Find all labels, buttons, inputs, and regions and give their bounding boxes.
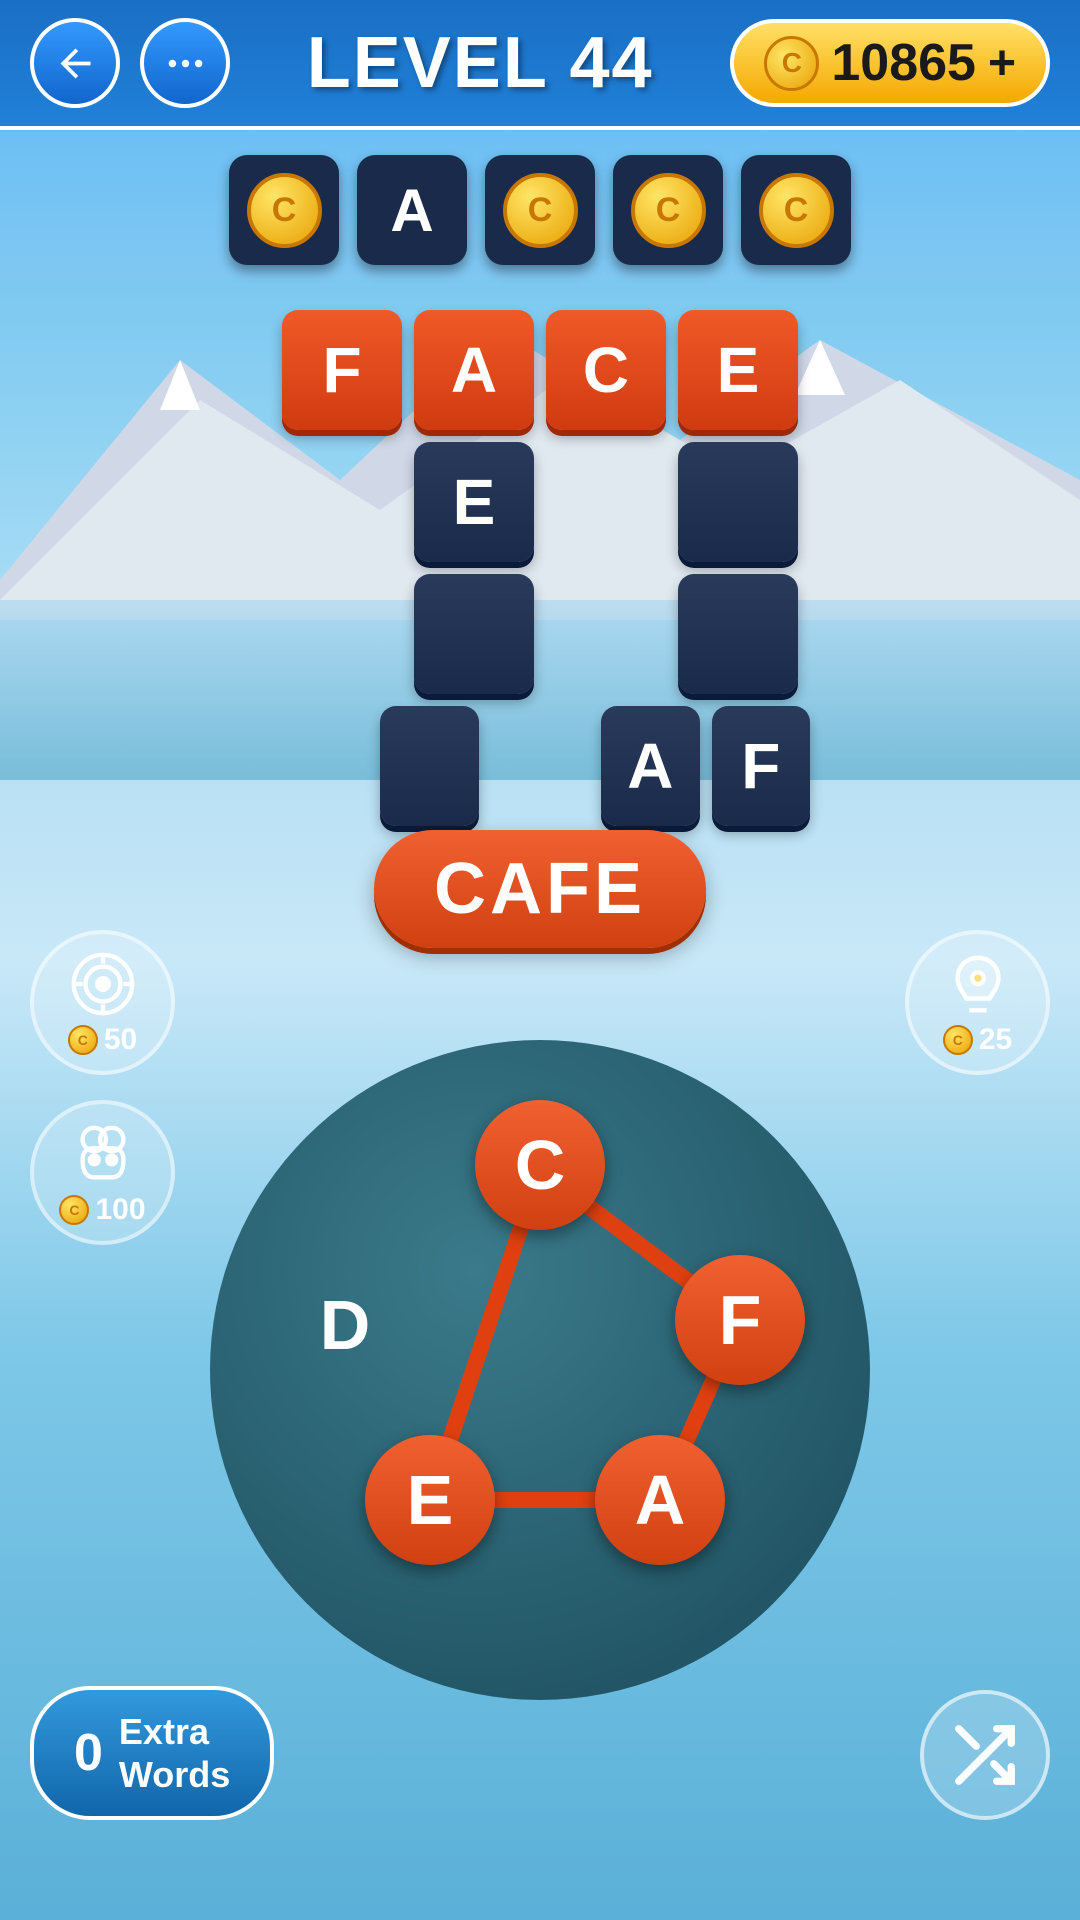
crossword-row-2: E — [270, 442, 810, 562]
cell-empty-r4c1 — [270, 706, 368, 826]
header: LEVEL 44 10865 + — [0, 0, 1080, 130]
reward-tile-2: A — [357, 155, 467, 265]
hint-bulb-cost: C 25 — [943, 1023, 1012, 1057]
cell-empty-r4c3 — [491, 706, 589, 826]
reward-coin-5 — [759, 173, 834, 248]
reward-coin-3 — [503, 173, 578, 248]
crossword-row-3 — [270, 574, 810, 694]
crossword-grid: F A C E E A F — [270, 310, 810, 838]
coin-plus: + — [988, 36, 1016, 91]
reward-tile-1 — [229, 155, 339, 265]
crossword-row-1: F A C E — [270, 310, 810, 430]
hint-coin-1: C — [68, 1025, 98, 1055]
coin-count: 10865 — [831, 33, 976, 93]
hint-bulb-num: 25 — [979, 1023, 1012, 1057]
hint-brain-button[interactable]: C 100 — [30, 1100, 175, 1245]
hint-bulb-button[interactable]: C 25 — [905, 930, 1050, 1075]
letter-circle: D C F E A — [210, 1040, 870, 1700]
cell-C1: C — [546, 310, 666, 430]
reward-coin-4 — [631, 173, 706, 248]
cell-E2: E — [414, 442, 534, 562]
letter-A[interactable]: A — [595, 1435, 725, 1565]
coin-display: 10865 + — [730, 19, 1050, 107]
cell-A2: A — [601, 706, 699, 826]
cell-dark-r2c4 — [678, 442, 798, 562]
cell-empty-r3c3 — [546, 574, 666, 694]
reward-tile-3 — [485, 155, 595, 265]
letter-C[interactable]: C — [475, 1100, 605, 1230]
level-title: LEVEL 44 — [307, 22, 654, 104]
cafe-text: CAFE — [434, 849, 646, 929]
hint-brain-num: 100 — [95, 1193, 145, 1227]
hint-target-cost: C 50 — [68, 1023, 137, 1057]
cell-dark-r4c2 — [380, 706, 478, 826]
letter-F[interactable]: F — [675, 1255, 805, 1385]
extra-words-count: 0 — [74, 1723, 103, 1783]
crossword-row-4: A F — [270, 706, 810, 826]
cell-empty-r2c3 — [546, 442, 666, 562]
reward-tile-5 — [741, 155, 851, 265]
coin-icon — [764, 36, 819, 91]
hint-coin-2: C — [59, 1195, 89, 1225]
header-left — [30, 18, 230, 108]
hint-target-button[interactable]: C 50 — [30, 930, 175, 1075]
hint-brain-cost: C 100 — [59, 1193, 145, 1227]
cell-F: F — [282, 310, 402, 430]
extra-words-label: ExtraWords — [119, 1710, 230, 1796]
app: LEVEL 44 10865 + A F A C E E — [0, 0, 1080, 1920]
hint-coin-3: C — [943, 1025, 973, 1055]
cell-E1: E — [678, 310, 798, 430]
cell-F2: F — [712, 706, 810, 826]
cell-A1: A — [414, 310, 534, 430]
cafe-display: CAFE — [374, 830, 706, 948]
cell-empty-r2c1 — [282, 442, 402, 562]
cell-empty-r3c1 — [282, 574, 402, 694]
cell-dark-r3c2 — [414, 574, 534, 694]
hint-target-num: 50 — [104, 1023, 137, 1057]
letter-E[interactable]: E — [365, 1435, 495, 1565]
back-button[interactable] — [30, 18, 120, 108]
extra-words-button[interactable]: 0 ExtraWords — [30, 1686, 274, 1820]
shuffle-button[interactable] — [920, 1690, 1050, 1820]
reward-row: A — [229, 155, 851, 265]
cell-dark-r3c4 — [678, 574, 798, 694]
reward-coin-1 — [247, 173, 322, 248]
reward-tile-4 — [613, 155, 723, 265]
menu-button[interactable] — [140, 18, 230, 108]
